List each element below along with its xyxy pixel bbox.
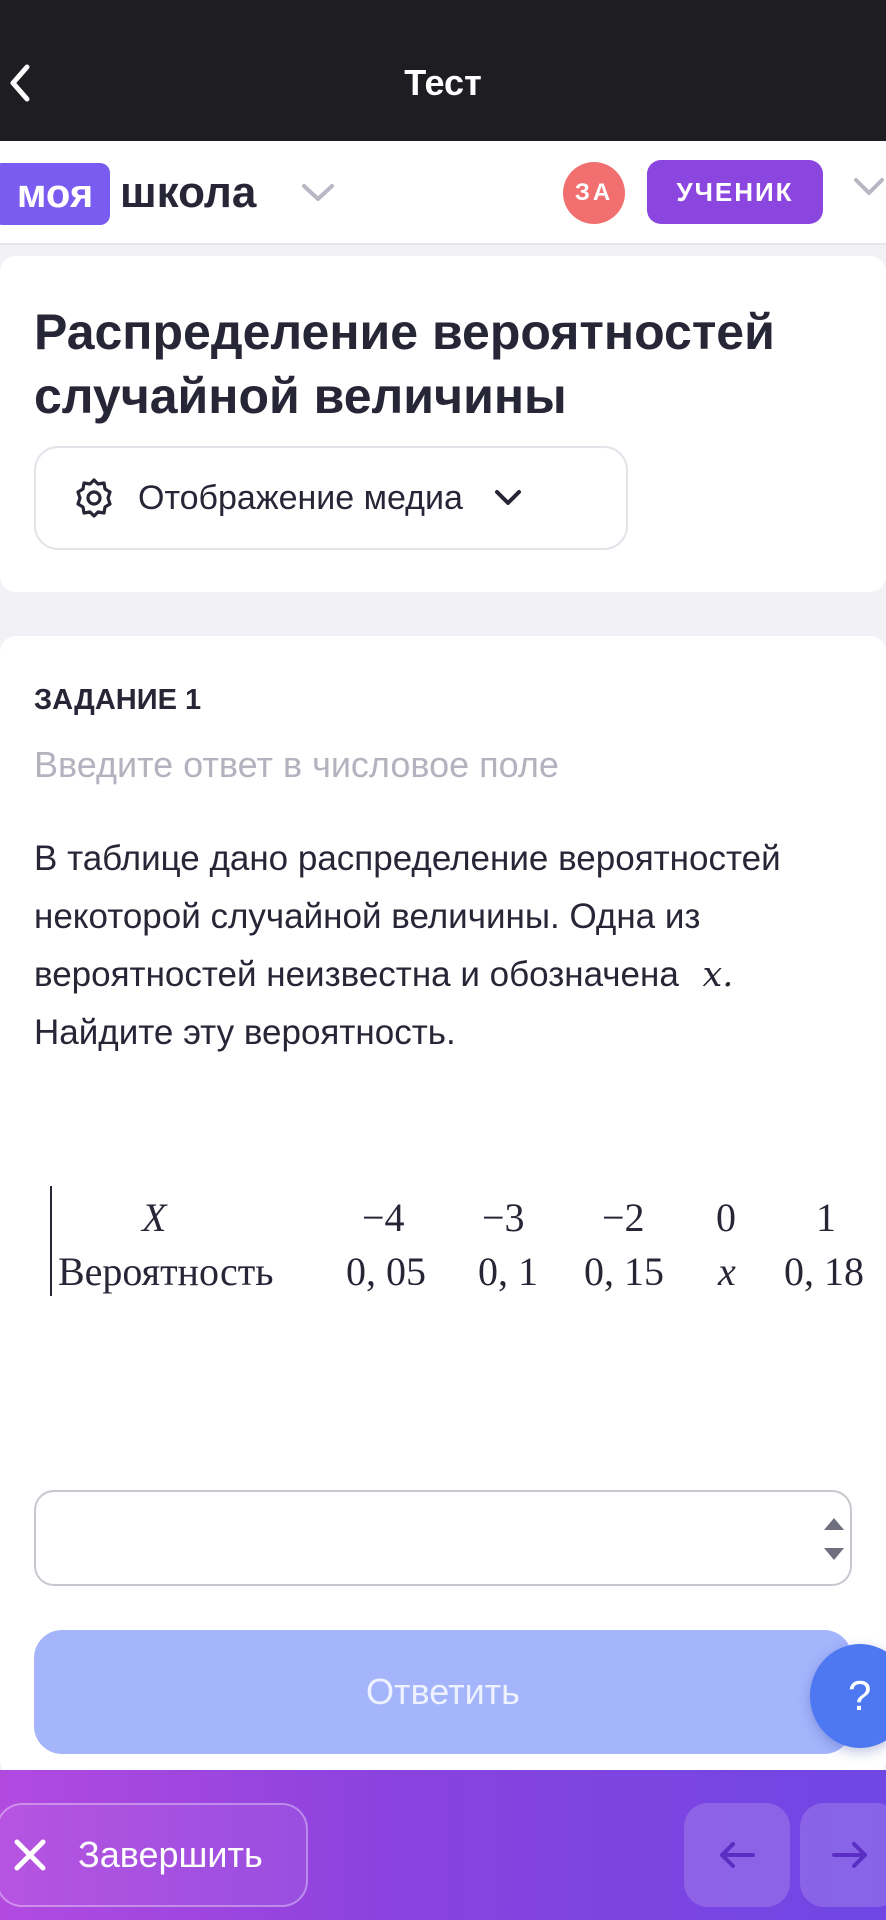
table-value: −2 — [602, 1195, 645, 1240]
table-value: −3 — [482, 1195, 525, 1240]
close-icon — [14, 1839, 46, 1871]
answer-input[interactable] — [56, 1512, 756, 1564]
media-display-button[interactable]: Отображение медиа — [34, 446, 628, 550]
table-row-header-x: X — [142, 1195, 167, 1240]
finish-label: Завершить — [78, 1834, 263, 1875]
answer-field[interactable] — [34, 1490, 852, 1586]
task-text-before: В таблице дано распределение вероятносте… — [34, 839, 781, 994]
table-value: −4 — [362, 1195, 405, 1240]
table-value: 0 — [716, 1195, 736, 1240]
arrow-left-icon — [720, 1842, 755, 1868]
next-task-button[interactable] — [800, 1803, 886, 1907]
table-probability: x — [718, 1249, 736, 1294]
task-statement: В таблице дано распределение вероятносте… — [34, 830, 854, 1062]
task-hint: Введите ответ в числовое поле — [34, 744, 559, 785]
task-variable: x. — [702, 955, 734, 995]
chevron-down-icon[interactable] — [852, 176, 886, 198]
table-row-header-probability: Вероятность — [58, 1249, 274, 1294]
table-probability: 0, 15 — [584, 1249, 664, 1294]
table-probability: 0, 05 — [346, 1249, 426, 1294]
media-display-label: Отображение медиа — [138, 478, 463, 517]
submit-answer-button[interactable]: Ответить — [34, 1630, 852, 1754]
brand-logo-moya[interactable]: моя — [0, 163, 110, 225]
role-button[interactable]: УЧЕНИК — [647, 160, 823, 224]
top-bar: Тест — [0, 0, 886, 141]
table-probability: 0, 1 — [478, 1249, 538, 1294]
chevron-down-icon[interactable] — [300, 182, 336, 204]
finish-button[interactable]: Завершить — [0, 1803, 308, 1907]
gear-icon — [76, 478, 112, 518]
avatar[interactable]: ЗА — [563, 162, 625, 224]
task-text-after: Найдите эту вероятность. — [34, 1013, 456, 1052]
table-probability: 0, 18 — [784, 1249, 864, 1294]
page-title: Распределение вероятностей случайной вел… — [34, 304, 775, 424]
arrow-right-icon — [832, 1842, 867, 1868]
brand-logo-school[interactable]: школа — [120, 165, 256, 221]
previous-task-button[interactable] — [684, 1803, 790, 1907]
task-number-label: ЗАДАНИЕ 1 — [34, 684, 202, 716]
spinner-arrows-icon[interactable] — [820, 1512, 848, 1566]
table-value: 1 — [816, 1195, 836, 1240]
page-header-title: Тест — [404, 62, 482, 103]
distribution-table: X Вероятность −4 −3 −2 0 1 0, 05 0, 1 0,… — [50, 1186, 886, 1296]
chevron-down-icon — [494, 490, 521, 505]
